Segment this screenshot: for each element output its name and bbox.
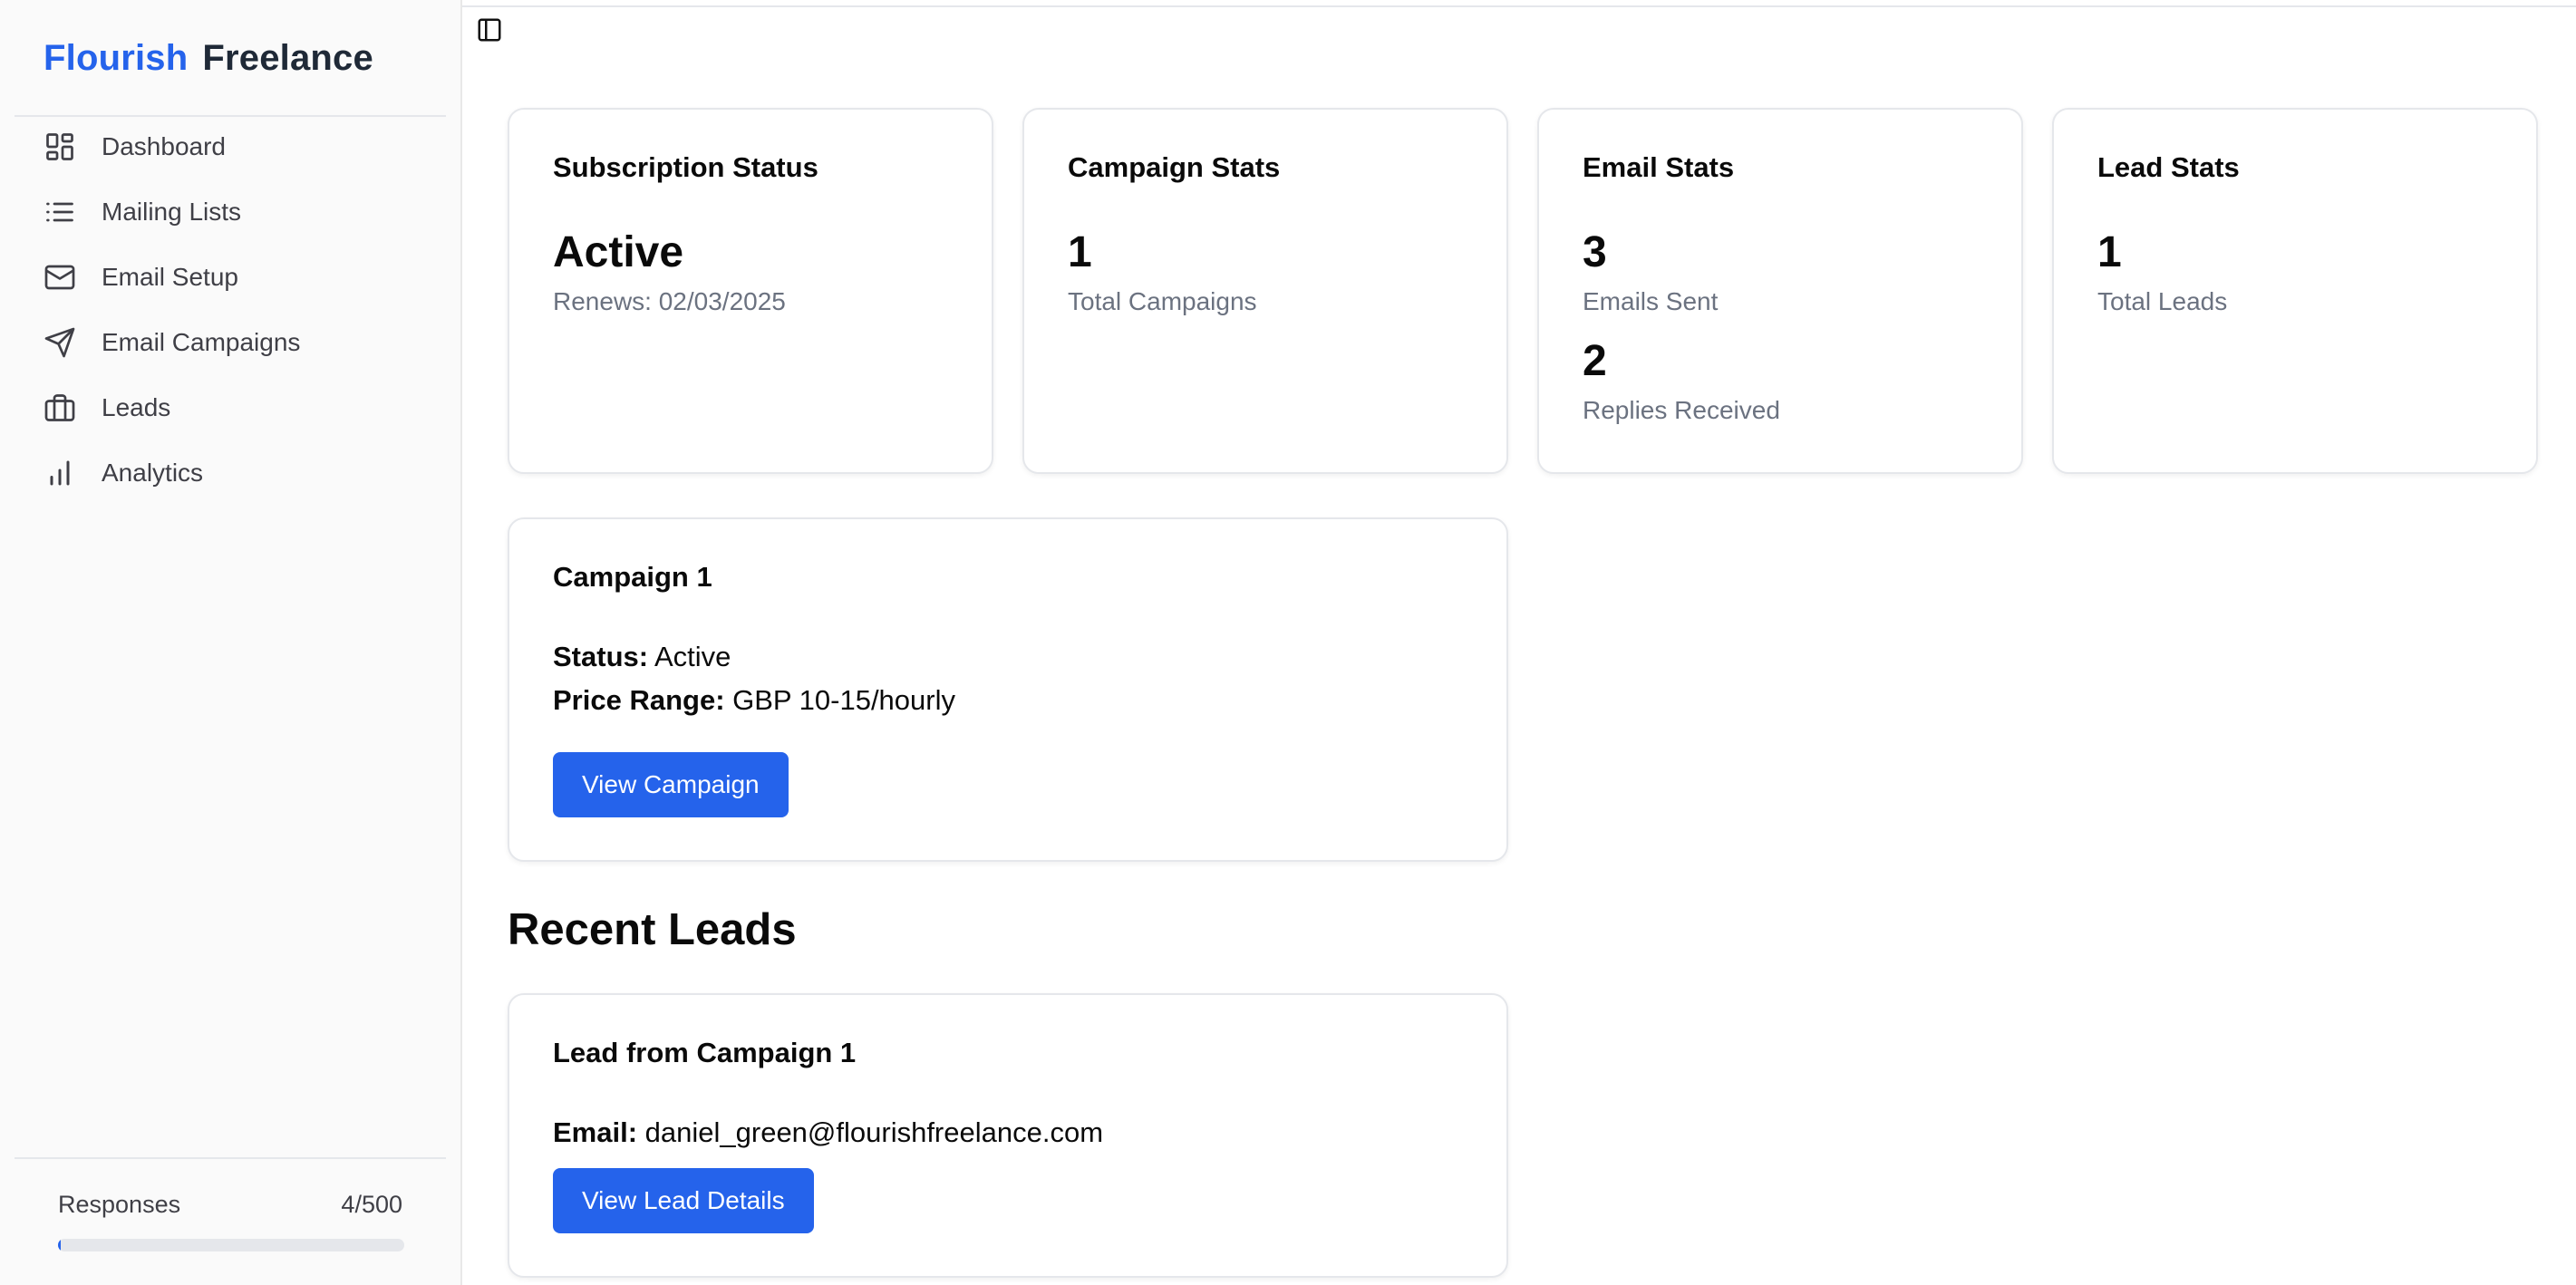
- brand-logo[interactable]: Flourish Freelance: [44, 38, 373, 79]
- sidebar: Flourish Freelance Dashboard Mailing List…: [0, 0, 462, 1285]
- renewal-date: Renews: 02/03/2025: [553, 287, 786, 315]
- dashboard-icon: [42, 129, 78, 165]
- sidebar-item-label: Email Campaigns: [102, 328, 301, 356]
- lead-stats-card: Lead Stats 1 Total Leads: [2052, 108, 2538, 474]
- sidebar-item-label: Email Setup: [102, 263, 238, 291]
- view-lead-details-button[interactable]: View Lead Details: [553, 1168, 814, 1233]
- total-leads-label: Total Leads: [2097, 287, 2228, 315]
- mail-icon: [42, 259, 78, 295]
- lead-email: Email: daniel_green@flourishfreelance.co…: [553, 1116, 1103, 1149]
- emails-sent-value: 3: [1583, 228, 1607, 276]
- card-title: Campaign Stats: [1068, 151, 1281, 183]
- responses-progress-bar: [58, 1239, 404, 1251]
- campaign-price-range: Price Range: GBP 10-15/hourly: [553, 684, 955, 717]
- subscription-status-value: Active: [553, 228, 684, 276]
- email-label: Email:: [553, 1116, 638, 1148]
- card-title: Lead Stats: [2097, 151, 2240, 183]
- briefcase-icon: [42, 390, 78, 426]
- price-range-label: Price Range:: [553, 684, 725, 716]
- sidebar-item-label: Leads: [102, 393, 171, 421]
- total-campaigns-label: Total Campaigns: [1068, 287, 1257, 315]
- email-stats-card: Email Stats 3 Emails Sent 2 Replies Rece…: [1537, 108, 2023, 474]
- card-title: Email Stats: [1583, 151, 1735, 183]
- price-range-value: GBP 10-15/hourly: [732, 684, 955, 716]
- campaign-status: Status: Active: [553, 641, 731, 673]
- status-value: Active: [654, 641, 731, 672]
- sidebar-item-leads[interactable]: Leads: [42, 384, 170, 431]
- card-title: Subscription Status: [553, 151, 818, 183]
- emails-sent-label: Emails Sent: [1583, 287, 1719, 315]
- total-leads-value: 1: [2097, 228, 2122, 276]
- sidebar-divider-bottom: [15, 1157, 446, 1159]
- sidebar-item-mailing-lists[interactable]: Mailing Lists: [42, 188, 241, 236]
- recent-leads-heading: Recent Leads: [508, 905, 797, 954]
- sidebar-item-analytics[interactable]: Analytics: [42, 449, 203, 497]
- responses-label: Responses: [58, 1191, 181, 1218]
- responses-progress-fill: [58, 1239, 62, 1251]
- send-icon: [42, 324, 78, 361]
- campaign-card: Campaign 1 Status: Active Price Range: G…: [508, 517, 1508, 862]
- responses-count: 4/500: [341, 1191, 402, 1218]
- header-divider: [462, 5, 2576, 7]
- replies-received-label: Replies Received: [1583, 396, 1780, 424]
- subscription-status-card: Subscription Status Active Renews: 02/03…: [508, 108, 993, 474]
- sidebar-divider-top: [15, 115, 446, 117]
- list-icon: [42, 194, 78, 230]
- lead-title: Lead from Campaign 1: [553, 1037, 857, 1068]
- panel-left-icon: [476, 16, 503, 48]
- bar-chart-icon: [42, 455, 78, 491]
- campaign-title: Campaign 1: [553, 561, 712, 593]
- sidebar-toggle-button[interactable]: [474, 16, 505, 47]
- email-value: daniel_green@flourishfreelance.com: [644, 1116, 1104, 1148]
- brand-part-2: Freelance: [202, 38, 373, 78]
- view-campaign-button[interactable]: View Campaign: [553, 752, 789, 817]
- total-campaigns-value: 1: [1068, 228, 1092, 276]
- sidebar-item-email-setup[interactable]: Email Setup: [42, 254, 238, 301]
- replies-received-value: 2: [1583, 337, 1607, 385]
- sidebar-item-dashboard[interactable]: Dashboard: [42, 123, 226, 170]
- sidebar-item-label: Mailing Lists: [102, 198, 242, 226]
- sidebar-item-label: Analytics: [102, 459, 204, 487]
- brand-part-1: Flourish: [44, 38, 189, 78]
- lead-card: Lead from Campaign 1 Email: daniel_green…: [508, 993, 1508, 1278]
- sidebar-item-email-campaigns[interactable]: Email Campaigns: [42, 319, 300, 366]
- campaign-stats-card: Campaign Stats 1 Total Campaigns: [1022, 108, 1508, 474]
- sidebar-item-label: Dashboard: [102, 132, 226, 160]
- status-label: Status:: [553, 641, 649, 672]
